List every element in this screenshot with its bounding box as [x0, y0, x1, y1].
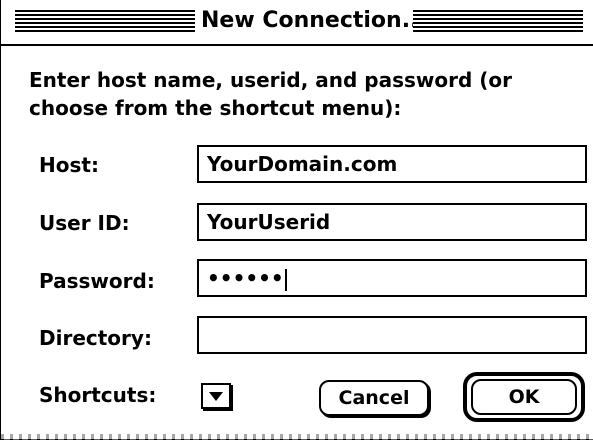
cancel-button[interactable]: Cancel [319, 380, 429, 416]
instructions-text: Enter host name, userid, and password (o… [29, 68, 512, 120]
text-cursor [284, 268, 287, 291]
title-bar-stripes-left [15, 10, 195, 32]
window-title: New Connection... [201, 8, 427, 33]
password-input[interactable]: •••••• [197, 259, 587, 297]
userid-label: User ID: [39, 211, 130, 235]
chevron-down-icon [209, 392, 223, 401]
new-connection-dialog: New Connection... Enter host name, useri… [0, 0, 593, 440]
directory-input[interactable] [197, 316, 587, 354]
background-edge [1, 434, 593, 440]
shortcuts-label: Shortcuts: [39, 383, 157, 407]
host-label: Host: [39, 153, 99, 177]
title-bar-stripes-right [413, 10, 583, 32]
title-divider [1, 44, 593, 46]
directory-label: Directory: [39, 326, 152, 350]
userid-value: YourUserid [207, 210, 331, 234]
userid-input[interactable]: YourUserid [197, 203, 587, 241]
shortcuts-menu-button[interactable] [201, 383, 231, 409]
host-input[interactable]: YourDomain.com [197, 145, 587, 183]
ok-button[interactable]: OK [471, 379, 577, 415]
password-value: •••••• [207, 266, 284, 290]
title-bar[interactable]: New Connection... [1, 0, 593, 44]
password-label: Password: [39, 269, 155, 293]
host-value: YourDomain.com [207, 152, 398, 176]
